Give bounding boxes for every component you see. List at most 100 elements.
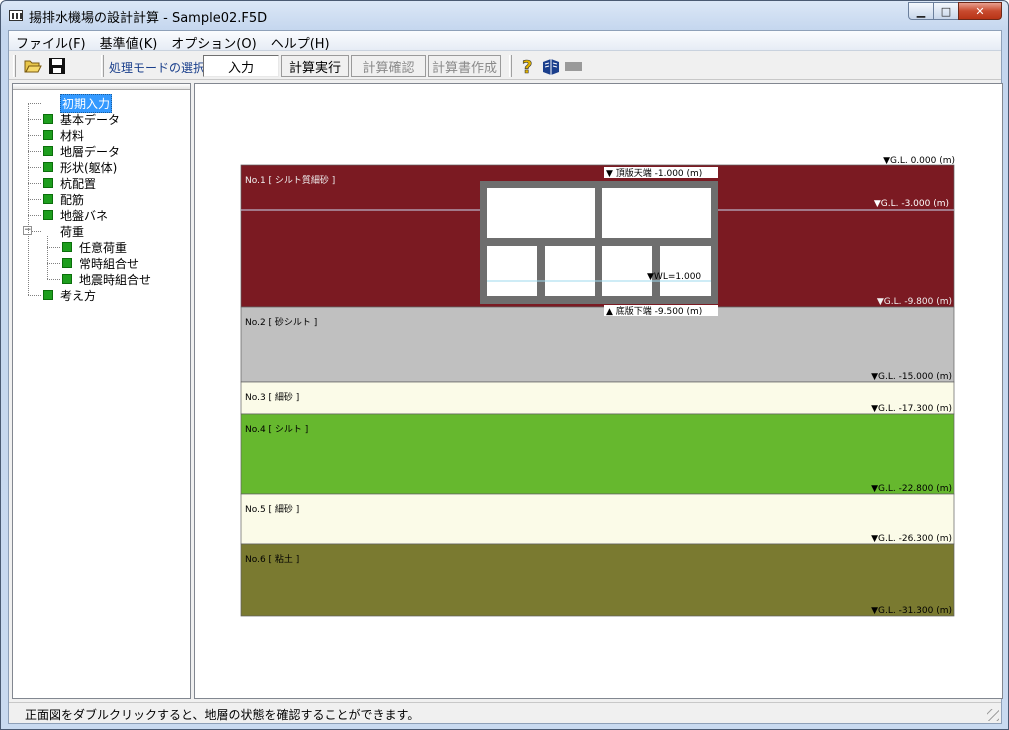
save-icon[interactable] <box>47 56 67 76</box>
tree-node-icon <box>43 162 53 172</box>
toolbar-grip-2[interactable] <box>101 55 104 77</box>
tree-item-3[interactable]: 地層データ <box>43 143 120 159</box>
wl-label: ▼WL=1.000 <box>647 272 701 282</box>
help-icon[interactable]: ? <box>517 56 537 76</box>
lower-chamber-4 <box>660 246 711 296</box>
tree-item-label: 地震時組合せ <box>79 272 152 287</box>
tree-item-6[interactable]: 配筋 <box>43 191 84 207</box>
upper-chamber-left <box>487 188 595 238</box>
bottom-slab-label: ▲ 底版下端 -9.500 (m) <box>606 305 702 317</box>
tree-item-1[interactable]: 基本データ <box>43 111 120 127</box>
tree-node-icon <box>43 130 53 140</box>
title-bar[interactable]: 揚排水機場の設計計算 - Sample02.F5D ▁ □ ✕ <box>1 1 1008 30</box>
mode-run-calculation-button[interactable]: 計算実行 <box>281 55 349 77</box>
tree-item-12[interactable]: 考え方 <box>43 287 96 303</box>
soil-section-drawing[interactable]: ▼G.L. 0.000 (m) No.1 [ シルト質細砂 ] ▼G.L. -9.… <box>195 84 1004 700</box>
tree-item-2[interactable]: 材料 <box>43 127 84 143</box>
toolbar-grip[interactable] <box>13 55 16 77</box>
navigation-tree[interactable]: − 初期入力 基本データ 材料 地層データ 形状(躯体) 杭配置 配筋 地盤バネ 荷重 任意荷重常… <box>12 83 191 699</box>
tree-node-icon <box>62 258 72 268</box>
lower-chamber-1 <box>487 246 537 296</box>
tree-connector <box>28 199 41 200</box>
box-structure[interactable]: ▼WL=1.000 <box>480 181 718 304</box>
soil-layer-bottom-depth: ▼G.L. -31.300 (m) <box>871 606 952 616</box>
tree-item-label: 基本データ <box>60 112 121 127</box>
tree-item-label: 荷重 <box>60 224 85 239</box>
soil-layer-label: No.3 [ 細砂 ] <box>245 391 299 403</box>
tree-item-label: 常時組合せ <box>79 256 140 271</box>
soil-layer-label: No.1 [ シルト質細砂 ] <box>245 174 335 186</box>
soil-layer-label: No.2 [ 砂シルト ] <box>245 316 317 328</box>
tree-item-label: 材料 <box>60 128 85 143</box>
soil-layer-3[interactable] <box>240 381 955 415</box>
minimize-button[interactable]: ▁ <box>908 2 934 20</box>
close-button[interactable]: ✕ <box>958 2 1002 20</box>
tree-item-label: 杭配置 <box>60 176 97 191</box>
tree-trunk <box>28 103 29 295</box>
tree-item-10[interactable]: 常時組合せ <box>62 255 139 271</box>
tree-connector <box>28 295 41 296</box>
maximize-button[interactable]: □ <box>933 2 959 20</box>
minimize-icon: ▁ <box>916 4 926 18</box>
tree-item-7[interactable]: 地盤バネ <box>43 207 108 223</box>
tree-item-8[interactable]: 荷重 <box>43 223 84 239</box>
soil-layer-bottom-depth: ▼G.L. -15.000 (m) <box>871 372 952 382</box>
maximize-icon: □ <box>940 4 952 18</box>
tree-item-0[interactable]: 初期入力 <box>43 93 113 113</box>
tree-connector <box>28 151 41 152</box>
lower-chamber-3 <box>602 246 652 296</box>
soil-layer-bottom-depth: ▼G.L. -22.800 (m) <box>871 484 952 494</box>
tree-node-icon <box>43 178 53 188</box>
menu-standard-values[interactable]: 基準値(K) <box>93 31 165 52</box>
soil-layer-label: No.4 [ シルト ] <box>245 425 308 435</box>
menu-help[interactable]: ヘルプ(H) <box>264 31 337 52</box>
size-grip[interactable] <box>987 709 999 721</box>
tree-connector <box>28 135 41 136</box>
tree-item-label: 地層データ <box>60 144 121 159</box>
tree-connector <box>28 103 41 104</box>
tree-item-11[interactable]: 地震時組合せ <box>62 271 151 287</box>
tree-top-bar <box>13 84 190 90</box>
tree-item-5[interactable]: 杭配置 <box>43 175 96 191</box>
tree-connector <box>47 263 60 264</box>
tree-node-icon <box>43 290 53 300</box>
tree-connector <box>47 247 60 248</box>
menu-options[interactable]: オプション(O) <box>164 31 263 52</box>
tree-node-icon <box>43 114 53 124</box>
tree-node-icon <box>62 242 72 252</box>
tree-connector <box>28 119 41 120</box>
tree-node-icon <box>43 210 53 220</box>
tree-item-9[interactable]: 任意荷重 <box>62 239 127 255</box>
top-slab-label: ▼ 頂版天端 -1.000 (m) <box>606 167 702 179</box>
soil-layer-bottom-depth: ▼G.L. -26.300 (m) <box>871 534 952 544</box>
toolbar-grip-3[interactable] <box>509 55 512 77</box>
gray-bar-icon[interactable] <box>564 56 584 76</box>
tree-connector <box>28 183 41 184</box>
window-title: 揚排水機場の設計計算 - Sample02.F5D <box>29 11 268 26</box>
mode-create-report-button[interactable]: 計算書作成 <box>428 55 501 77</box>
menu-file[interactable]: ファイル(F) <box>9 31 93 52</box>
mode-check-results-button[interactable]: 計算確認 <box>351 55 426 77</box>
toolbar: 処理モードの選択 入力 計算実行 計算確認 計算書作成 ? <box>9 52 1001 80</box>
tree-item-label: 配筋 <box>60 192 85 207</box>
section-view[interactable]: ▼G.L. 0.000 (m) No.1 [ シルト質細砂 ] ▼G.L. -9.… <box>194 83 1003 699</box>
tree-item-4[interactable]: 形状(躯体) <box>43 159 117 175</box>
app-icon[interactable] <box>9 10 23 21</box>
client-area: ファイル(F) 基準値(K) オプション(O) ヘルプ(H) 処理モードの選択 … <box>8 30 1003 724</box>
status-message: 正面図をダブルクリックすると、地層の状態を確認することができます。 <box>25 708 420 722</box>
soil-layer-label: No.5 [ 細砂 ] <box>245 503 299 515</box>
folder-open-icon[interactable] <box>23 56 43 76</box>
soil-layer-bottom-depth: ▼G.L. -9.800 (m) <box>877 297 952 307</box>
mode-input-button[interactable]: 入力 <box>203 55 279 77</box>
status-bar: 正面図をダブルクリックすると、地層の状態を確認することができます。 <box>9 702 1001 723</box>
lower-chamber-2 <box>545 246 595 296</box>
gl-zero-label: ▼G.L. 0.000 (m) <box>883 156 955 166</box>
soil-layer-4[interactable] <box>240 413 955 495</box>
book-icon[interactable] <box>541 56 561 76</box>
soil-layer-2[interactable] <box>240 306 955 383</box>
soil-layer-5[interactable] <box>240 493 955 545</box>
menu-bar: ファイル(F) 基準値(K) オプション(O) ヘルプ(H) <box>9 31 1001 52</box>
tree-connector <box>28 215 41 216</box>
tree-node-icon <box>43 146 53 156</box>
soil-layer-6[interactable] <box>240 543 955 617</box>
